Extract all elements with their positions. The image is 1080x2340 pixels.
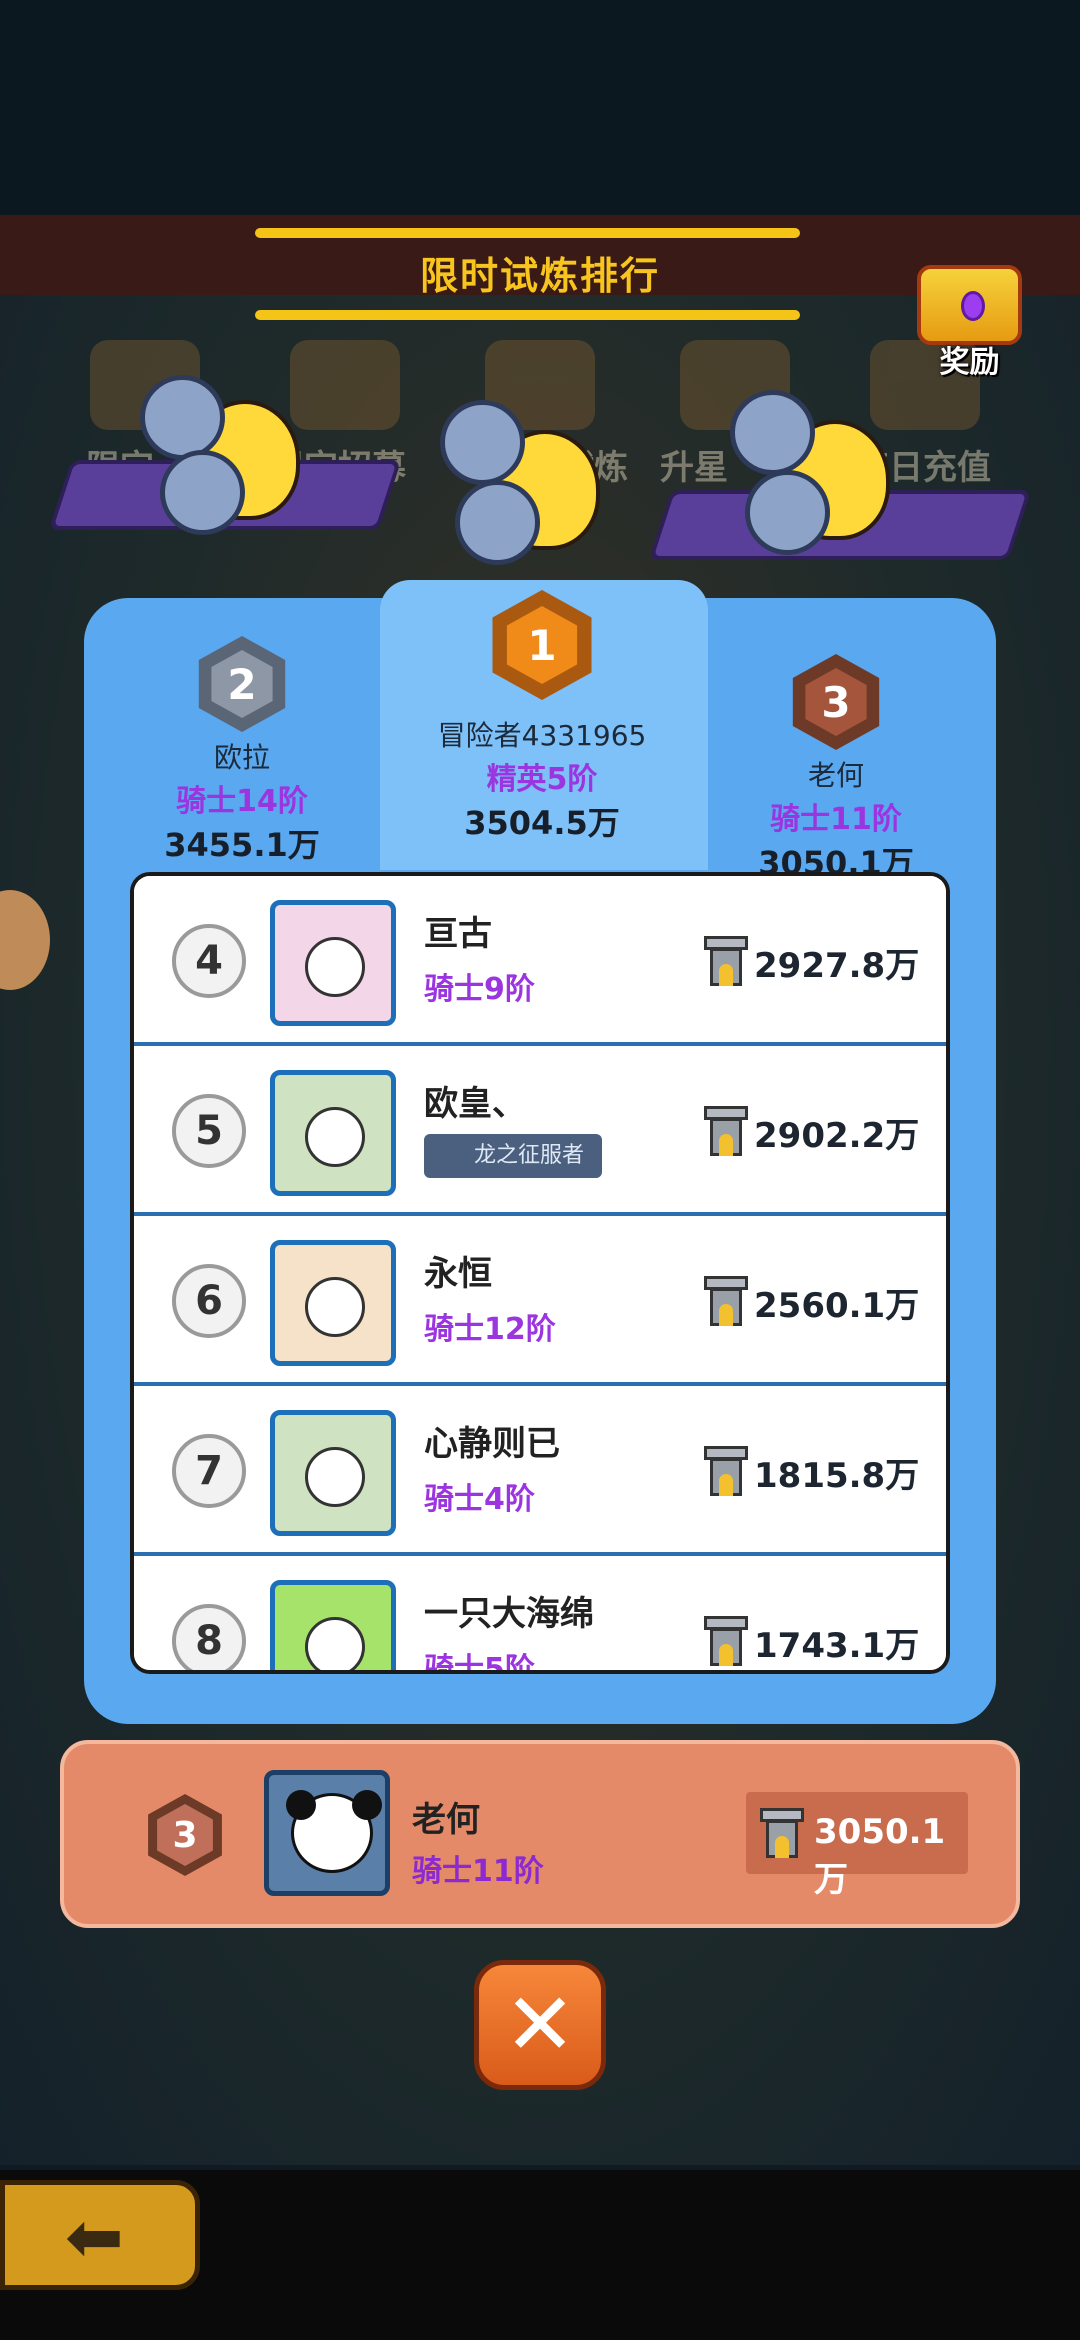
panda-avatar-icon <box>286 1790 382 1873</box>
close-icon: ✕ <box>503 1975 577 2075</box>
avatar-face <box>305 1277 365 1337</box>
avatar-face <box>305 937 365 997</box>
rank-number: 6 <box>172 1264 246 1338</box>
player-rank: 骑士12阶 <box>424 1312 556 1347</box>
back-arrow-icon: ⬅ <box>65 2196 124 2278</box>
title-badge: 龙之征服者 <box>424 1134 602 1178</box>
avatar-face <box>305 1107 365 1167</box>
shield-icon <box>440 400 525 485</box>
shield-icon <box>140 375 225 460</box>
podium-second[interactable]: 2 欧拉 骑士14阶 3455.1万 <box>122 636 362 866</box>
tower-icon <box>704 1104 748 1158</box>
shield-icon <box>160 450 245 535</box>
tab-icon <box>290 340 400 430</box>
list-item[interactable]: 8 一只大海绵 骑士5阶 1743.1万 <box>134 1556 946 1674</box>
title-line-bottom <box>255 310 800 320</box>
shield-icon <box>730 390 815 475</box>
player-rank: 精英5阶 <box>486 762 598 797</box>
tower-icon <box>704 934 748 988</box>
title-line-top <box>255 228 800 238</box>
avatar <box>270 1580 396 1670</box>
tower-icon <box>704 1444 748 1498</box>
player-score: 1743.1万 <box>754 1626 920 1666</box>
player-rank: 骑士11阶 <box>770 802 902 837</box>
avatar <box>270 900 396 1026</box>
reward-label: 奖励 <box>939 345 1000 380</box>
tower-icon <box>704 1614 748 1668</box>
player-score: 2902.2万 <box>754 1116 920 1156</box>
player-rank: 骑士9阶 <box>424 972 535 1007</box>
rank-number: 4 <box>172 924 246 998</box>
avatar-face <box>305 1447 365 1507</box>
avatar <box>270 1410 396 1536</box>
rank-badge-icon: 3 <box>792 654 880 750</box>
shield-icon <box>455 480 540 565</box>
player-rank: 骑士5阶 <box>424 1652 535 1674</box>
rank-badge-number: 3 <box>157 1804 213 1866</box>
back-button[interactable]: ⬅ <box>0 2180 200 2290</box>
list-item[interactable]: 4 亘古 骑士9阶 2927.8万 <box>134 876 946 1046</box>
gem <box>961 291 985 321</box>
rank-number: 7 <box>172 1434 246 1508</box>
player-rank: 骑士14阶 <box>176 784 308 819</box>
avatar <box>270 1240 396 1366</box>
rank-badge-icon: 1 <box>492 590 592 700</box>
player-score: 2927.8万 <box>754 946 920 986</box>
podium-first[interactable]: 1 冒险者4331965 精英5阶 3504.5万 <box>392 590 692 844</box>
avatar-face <box>305 1617 365 1670</box>
list-item[interactable]: 7 心静则已 骑士4阶 1815.8万 <box>134 1386 946 1556</box>
rank-number: 5 <box>172 1094 246 1168</box>
player-name: 欧皇、 <box>424 1084 526 1124</box>
player-rank: 骑士11阶 <box>412 1854 544 1889</box>
tower-icon <box>760 1806 804 1860</box>
list-item[interactable]: 5 欧皇、 龙之征服者 2902.2万 <box>134 1046 946 1216</box>
player-name: 冒险者4331965 <box>437 719 647 752</box>
podium-third[interactable]: 3 老何 骑士11阶 3050.1万 <box>716 654 956 884</box>
avatar <box>270 1070 396 1196</box>
player-name: 一只大海绵 <box>424 1594 594 1634</box>
player-score: 2560.1万 <box>754 1286 920 1326</box>
player-name: 亘古 <box>424 914 492 954</box>
player-name: 老何 <box>807 759 864 792</box>
shield-icon <box>745 470 830 555</box>
player-rank: 骑士4阶 <box>424 1482 535 1517</box>
player-name: 永恒 <box>424 1254 492 1294</box>
list-item[interactable]: 6 永恒 骑士12阶 2560.1万 <box>134 1216 946 1386</box>
bg-tab-label: 升星 <box>660 448 728 488</box>
player-score: 1815.8万 <box>754 1456 920 1496</box>
rank-badge-icon: 3 <box>148 1794 222 1876</box>
score-box: 3050.1万 <box>746 1792 968 1900</box>
top-background <box>0 0 1080 215</box>
rank-badge-icon: 2 <box>198 636 286 732</box>
tower-icon <box>704 1274 748 1328</box>
avatar <box>264 1770 390 1896</box>
player-name: 心静则已 <box>424 1424 560 1464</box>
player-score: 3504.5万 <box>464 804 620 842</box>
player-name: 欧拉 <box>213 741 270 774</box>
reward-button[interactable]: 奖励 <box>912 265 1027 380</box>
rank-badge-number: 1 <box>506 606 578 684</box>
player-score: 3455.1万 <box>164 826 320 864</box>
rank-badge-number: 2 <box>211 650 273 718</box>
treasure-chest-icon <box>917 265 1022 345</box>
ranking-list[interactable]: 4 亘古 骑士9阶 2927.8万 5 欧皇、 龙之征服者 2902.2万 6 … <box>130 872 950 1674</box>
my-rank-panel[interactable]: 3 老何 骑士11阶 3050.1万 <box>60 1740 1020 1928</box>
player-name: 老何 <box>412 1800 480 1840</box>
rank-number: 8 <box>172 1604 246 1670</box>
close-button[interactable]: ✕ <box>474 1960 606 2090</box>
player-score: 3050.1万 <box>814 1812 946 1900</box>
rank-badge-number: 3 <box>805 668 867 736</box>
